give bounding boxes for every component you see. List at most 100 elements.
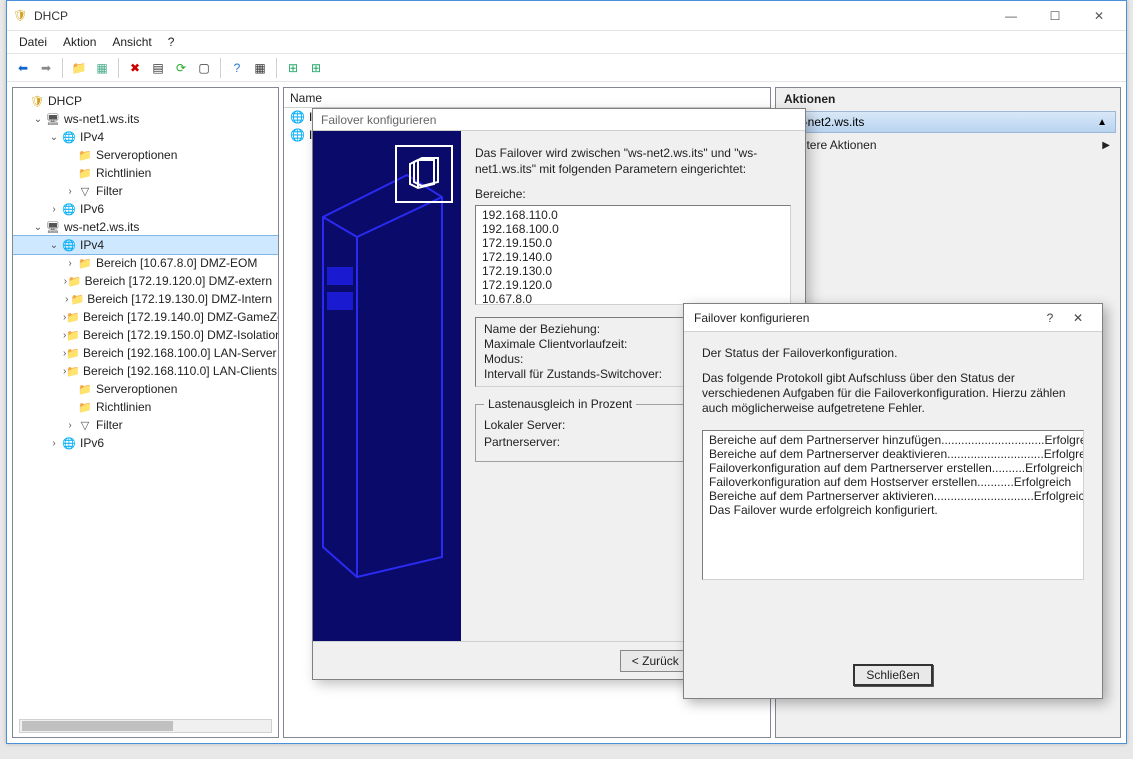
forward-button[interactable]: ➡ — [36, 58, 56, 78]
actions-header: Aktionen — [776, 88, 1120, 110]
filter-icon: ▽ — [77, 183, 93, 199]
folder-icon: 📁 — [66, 309, 80, 325]
expand-icon[interactable]: › — [63, 294, 71, 305]
tree-scope[interactable]: ›📁Bereich [192.168.100.0] LAN-Server — [13, 344, 278, 362]
new-button[interactable]: ▢ — [194, 58, 214, 78]
ranges-listbox[interactable]: 192.168.110.0 192.168.100.0 172.19.150.0… — [475, 205, 791, 305]
tree-scrollbar[interactable] — [19, 719, 272, 733]
toolbar-separator — [118, 58, 119, 78]
export-button[interactable]: ▤ — [148, 58, 168, 78]
tree-root[interactable]: 🛡DHCP — [13, 92, 278, 110]
partner-server-label: Partnerserver: — [484, 434, 560, 451]
menu-view[interactable]: Ansicht — [104, 33, 159, 51]
wizard-intro-text: Das Failover wird zwischen "ws-net2.ws.i… — [475, 145, 791, 177]
tree-server[interactable]: ⌄🖥ws-net2.ws.its — [13, 218, 278, 236]
loadbalance-legend: Lastenausgleich in Prozent — [484, 397, 636, 411]
toolbar: ⬅ ➡ 📁 ▦ ✖ ▤ ⟳ ▢ ? ▦ ⊞ ⊞ — [7, 53, 1126, 82]
delete-button[interactable]: ✖ — [125, 58, 145, 78]
menu-file[interactable]: Datei — [11, 33, 55, 51]
tree-scope[interactable]: ›📁Bereich [172.19.130.0] DMZ-Intern — [13, 290, 278, 308]
tree-scope[interactable]: ›📁Bereich [172.19.140.0] DMZ-GameZone — [13, 308, 278, 326]
status-log-box[interactable]: Bereiche auf dem Partnerserver hinzufüge… — [702, 430, 1084, 580]
tree-scope[interactable]: ›📁Bereich [172.19.150.0] DMZ-Isolation — [13, 326, 278, 344]
back-button[interactable]: ⬅ — [13, 58, 33, 78]
folder-icon: 📁 — [77, 255, 93, 271]
status-title: Failover konfigurieren — [694, 311, 809, 325]
log-line: Bereiche auf dem Partnerserver hinzufüge… — [709, 433, 1077, 447]
help-button[interactable]: ? — [227, 58, 247, 78]
close-button[interactable]: ✕ — [1077, 2, 1121, 30]
range-item: 192.168.100.0 — [482, 222, 784, 236]
tree-ipv4[interactable]: ⌄🌐IPv4 — [13, 128, 278, 146]
tree-policies[interactable]: 📁Richtlinien — [13, 398, 278, 416]
wizard-illustration-icon — [395, 145, 453, 203]
tree-serveroptions[interactable]: 📁Serveroptionen — [13, 380, 278, 398]
close-button[interactable]: Schließen — [853, 664, 933, 686]
view-button[interactable]: ▦ — [250, 58, 270, 78]
tree-pane: 🛡DHCP ⌄🖥ws-net1.ws.its ⌄🌐IPv4 📁Serveropt… — [12, 87, 279, 738]
folder-icon: 📁 — [71, 291, 85, 307]
actions-selected-item[interactable]: ws-net2.ws.its▲ — [780, 111, 1116, 133]
maximize-button[interactable]: ☐ — [1033, 2, 1077, 30]
close-button[interactable]: ✕ — [1064, 311, 1092, 325]
folder-icon: 📁 — [66, 363, 80, 379]
tree-filter[interactable]: ›▽Filter — [13, 182, 278, 200]
collapse-icon: ▲ — [1097, 117, 1107, 128]
expand-icon[interactable]: › — [63, 420, 77, 431]
globe-icon: 🌐 — [61, 237, 77, 253]
globe-icon: 🌐 — [290, 128, 306, 142]
tree-ipv4-selected[interactable]: ⌄🌐IPv4 — [13, 236, 278, 254]
expand-icon[interactable]: › — [63, 258, 77, 269]
folder-icon: 📁 — [77, 147, 93, 163]
expand-icon[interactable]: ⌄ — [47, 132, 61, 143]
tree-scope[interactable]: ›📁Bereich [172.19.120.0] DMZ-extern — [13, 272, 278, 290]
tree-policies[interactable]: 📁Richtlinien — [13, 164, 278, 182]
dhcp-scope-button[interactable]: ⊞ — [283, 58, 303, 78]
tree-serveroptions[interactable]: 📁Serveroptionen — [13, 146, 278, 164]
range-item: 192.168.110.0 — [482, 208, 784, 222]
param-relname-label: Name der Beziehung: — [484, 322, 600, 337]
tree-scope[interactable]: ›📁Bereich [10.67.8.0] DMZ-EOM — [13, 254, 278, 272]
log-line: Failoverkonfiguration auf dem Hostserver… — [709, 475, 1077, 489]
folder-icon: 📁 — [66, 327, 80, 343]
param-switch-label: Intervall für Zustands-Switchover: — [484, 367, 662, 382]
tree-scope[interactable]: ›📁Bereich [192.168.110.0] LAN-Clients — [13, 362, 278, 380]
expand-icon[interactable]: ⌄ — [31, 114, 45, 125]
actions-more[interactable]: Weitere Aktionen▶ — [776, 134, 1120, 156]
globe-icon: 🌐 — [61, 435, 77, 451]
help-button[interactable]: ? — [1036, 311, 1064, 325]
column-header-name[interactable]: Name — [284, 88, 770, 108]
globe-icon: 🌐 — [61, 201, 77, 217]
status-description: Das folgende Protokoll gibt Aufschluss ü… — [702, 371, 1084, 416]
expand-icon[interactable]: › — [63, 186, 77, 197]
menu-help[interactable]: ? — [160, 33, 183, 51]
menu-action[interactable]: Aktion — [55, 33, 104, 51]
param-lead-label: Maximale Clientvorlaufzeit: — [484, 337, 627, 352]
server-icon: 🖥 — [45, 219, 61, 235]
tree-ipv6[interactable]: ›🌐IPv6 — [13, 434, 278, 452]
tree-server[interactable]: ⌄🖥ws-net1.ws.its — [13, 110, 278, 128]
folder-icon: 📁 — [68, 273, 82, 289]
folder-icon: 📁 — [77, 399, 93, 415]
back-button[interactable]: < Zurück — [620, 650, 690, 672]
window-title: DHCP — [34, 9, 989, 23]
expand-icon[interactable]: ⌄ — [31, 222, 45, 233]
up-button[interactable]: 📁 — [69, 58, 89, 78]
local-server-label: Lokaler Server: — [484, 417, 565, 434]
tree-filter[interactable]: ›▽Filter — [13, 416, 278, 434]
properties-button[interactable]: ▦ — [92, 58, 112, 78]
ranges-label: Bereiche: — [475, 187, 791, 201]
server-icon: 🖥 — [45, 111, 61, 127]
status-header-text: Der Status der Failoverkonfiguration. — [702, 346, 1084, 361]
range-item: 172.19.130.0 — [482, 264, 784, 278]
expand-icon[interactable]: › — [47, 438, 61, 449]
refresh-button[interactable]: ⟳ — [171, 58, 191, 78]
log-line: Bereiche auf dem Partnerserver aktiviere… — [709, 489, 1077, 503]
tree-ipv6[interactable]: ›🌐IPv6 — [13, 200, 278, 218]
minimize-button[interactable]: — — [989, 2, 1033, 30]
expand-icon[interactable]: › — [47, 204, 61, 215]
folder-icon: 📁 — [77, 381, 93, 397]
log-line: Das Failover wurde erfolgreich konfiguri… — [709, 503, 1077, 517]
dhcp-scope2-button[interactable]: ⊞ — [306, 58, 326, 78]
expand-icon[interactable]: ⌄ — [47, 240, 61, 251]
